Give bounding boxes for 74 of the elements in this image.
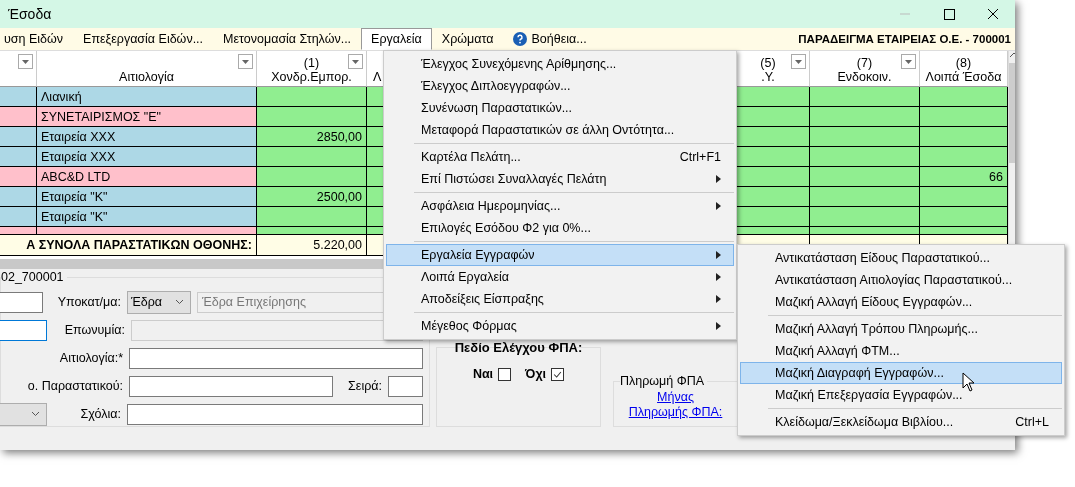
window-title: Έσοδα xyxy=(8,6,53,22)
filter-dropdown-icon[interactable] xyxy=(18,54,33,69)
group-title: Πληρωμή ΦΠΑ xyxy=(620,374,708,388)
table-cell: Λιανική xyxy=(37,87,257,107)
shortcut-label: Ctrl+L xyxy=(1015,415,1049,429)
menu-item[interactable]: Εργαλεία xyxy=(361,28,432,50)
field-label: ο. Παραστατικού: xyxy=(26,379,123,393)
table-cell: Εταιρεία "Κ" xyxy=(37,187,257,207)
menu-item[interactable]: Συνένωση Παραστατικών... xyxy=(386,97,734,119)
table-cell: ABC&D LTD xyxy=(37,167,257,187)
menu-item[interactable]: Επί Πιστώσει Συναλλαγές Πελάτη xyxy=(386,168,734,190)
menu-item[interactable]: Μεταφορά Παραστατικών σε άλλη Οντότητα... xyxy=(386,119,734,141)
shortcut-label: Ctrl+F1 xyxy=(679,150,721,164)
field-label: Επωνυμία: xyxy=(63,323,125,337)
menu-item[interactable]: Επιλογές Εσόδου Φ2 για 0%... xyxy=(386,217,734,239)
help-icon xyxy=(513,32,528,46)
menu-item[interactable]: Μετονομασία Στηλών... xyxy=(213,28,362,50)
menu-item[interactable]: Χρώματα xyxy=(431,28,504,50)
totals-cell: 5.220,00 xyxy=(257,235,367,256)
menu-item[interactable]: Αντικατάσταση Αιτιολογίας Παραστατικού... xyxy=(740,269,1062,291)
company-name: ΠΑΡΑΔΕΙΓΜΑ ΕΤΑΙΡΕΙΑΣ Ο.Ε. - 700001 xyxy=(798,33,1012,45)
group-title: Πεδίο Ελέγχου ΦΠΑ: xyxy=(454,340,583,355)
filter-dropdown-icon[interactable] xyxy=(901,54,916,69)
table-cell: Εταιρεία XXX xyxy=(37,147,257,167)
menu-item[interactable]: Μαζική Αλλαγή ΦΤΜ... xyxy=(740,340,1062,362)
menu-item[interactable]: Επεξεργασία Ειδών... xyxy=(73,28,214,50)
field-label: Υποκατ/μα: xyxy=(56,295,121,309)
menu-item[interactable]: Ασφάλεια Ημερομηνίας... xyxy=(386,195,734,217)
input-field[interactable] xyxy=(129,375,333,397)
menu-item[interactable]: Μαζική Επεξεργασία Εγγραφών... xyxy=(740,384,1062,406)
column-header: (7) Ενδοκοιν. xyxy=(810,51,920,87)
payment-month-link[interactable]: Μήνας Πληρωμής ΦΠΑ: xyxy=(626,390,725,420)
table-cell: 2500,00 xyxy=(257,187,367,207)
input-field[interactable] xyxy=(129,347,423,369)
menu-item[interactable]: Εργαλεία Εγγραφών xyxy=(386,244,734,266)
input-field[interactable] xyxy=(127,403,423,425)
field-label: Αιτιολογία:* xyxy=(58,351,123,365)
filter-dropdown-icon[interactable] xyxy=(791,54,806,69)
checkbox-label: Όχι xyxy=(525,367,547,381)
input-field[interactable] xyxy=(0,291,43,313)
table-cell: 66 xyxy=(920,167,1008,187)
checkbox-label: Ναι xyxy=(472,367,494,381)
filter-dropdown-icon[interactable] xyxy=(348,54,363,69)
menu-item[interactable]: Αντικατάσταση Είδους Παραστατικού... xyxy=(740,247,1062,269)
chevron-down-icon xyxy=(31,411,40,417)
dropdown-field[interactable] xyxy=(0,402,47,426)
chevron-down-icon xyxy=(175,299,184,305)
branch-select[interactable]: Έδρα xyxy=(127,290,191,314)
menu-item[interactable]: Βοήθεια... xyxy=(503,28,597,50)
input-field[interactable] xyxy=(0,319,47,341)
group-title: 02_700001 xyxy=(1,270,67,284)
menu-item[interactable]: Μαζική Διαγραφή Εγγραφών... xyxy=(740,362,1062,384)
table-cell: 2850,00 xyxy=(257,127,367,147)
checkbox[interactable] xyxy=(498,367,512,381)
menu-item[interactable]: Κλείδωμα/Ξεκλείδωμα Βιβλίου... Ctrl+L xyxy=(740,411,1062,433)
table-cell: Εταιρεία XXX xyxy=(37,127,257,147)
column-header: Αιτιολογία xyxy=(37,51,257,87)
column-header: (8) Λοιπά Έσοδα xyxy=(920,51,1008,87)
filter-dropdown-icon[interactable] xyxy=(238,54,253,69)
menu-item[interactable]: Λοιπά Εργαλεία xyxy=(386,266,734,288)
menu-item[interactable]: Μαζική Αλλαγή Είδους Εγγραφών... xyxy=(740,291,1062,313)
menu-item[interactable]: Καρτέλα Πελάτη... Ctrl+F1 xyxy=(386,146,734,168)
column-header: (1) Χονδρ.Εμπορ. xyxy=(257,51,367,87)
menu-item[interactable]: υση Ειδών xyxy=(0,28,74,50)
field-label: Σειρά: xyxy=(347,379,382,393)
table-cell: Εταιρεία "Κ" xyxy=(37,207,257,227)
checkbox[interactable] xyxy=(551,367,565,381)
menu-item[interactable]: Μέγεθος Φόρμας xyxy=(386,315,734,337)
mouse-cursor-icon xyxy=(962,372,975,392)
input-field[interactable] xyxy=(388,375,423,397)
table-cell: ΣΥΝΕΤΑΙΡΙΣΜΟΣ "Ε" xyxy=(37,107,257,127)
field-label: Σχόλια: xyxy=(79,407,121,421)
totals-label: Α ΣΥΝΟΛΑ ΠΑΡΑΣΤΑΤΙΚΩΝ ΟΘΟΝΗΣ: xyxy=(0,235,257,256)
menu-item[interactable]: Μαζική Αλλαγή Τρόπου Πληρωμής... xyxy=(740,318,1062,340)
